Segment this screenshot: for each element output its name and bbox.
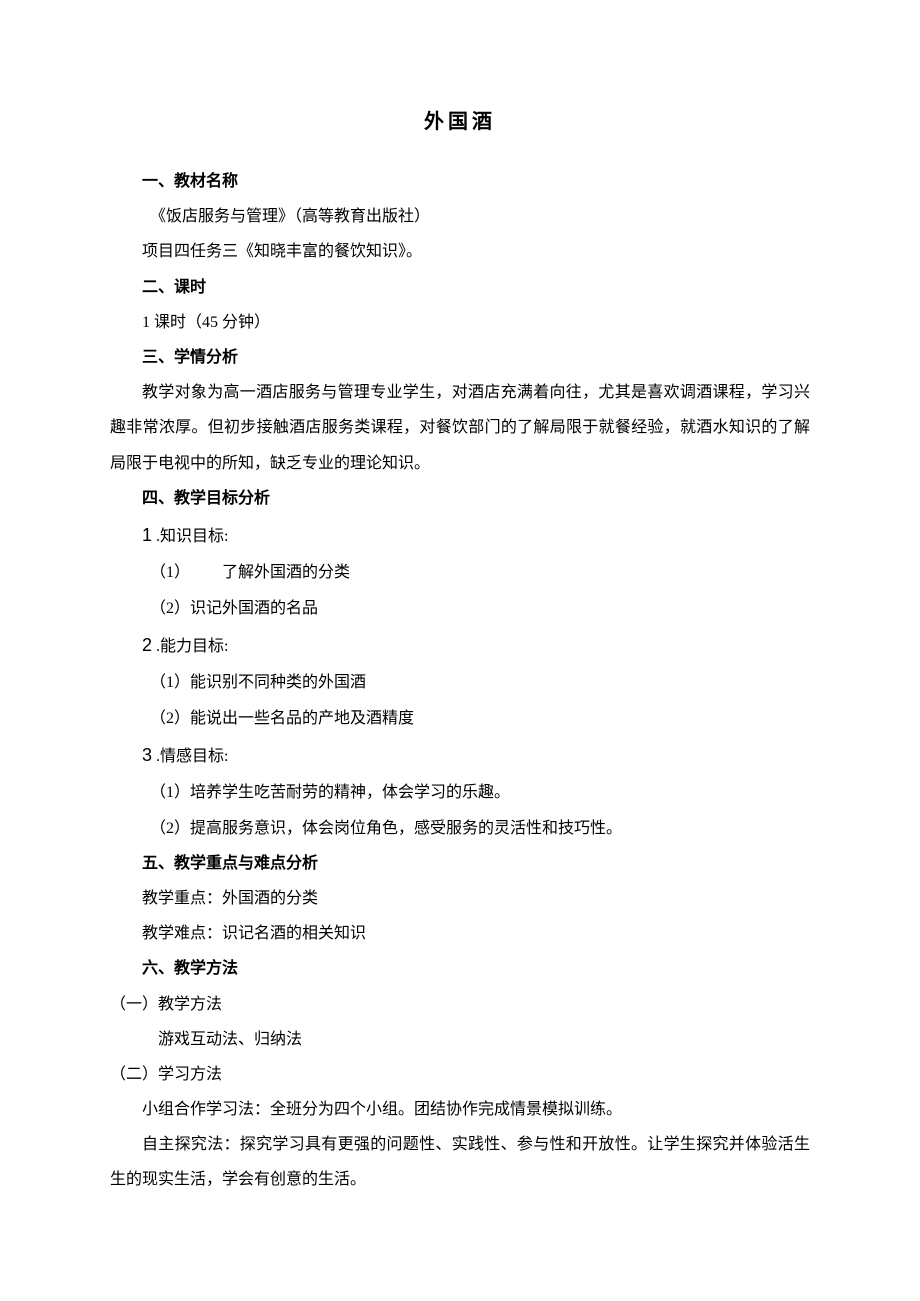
goal-emotion-label: 3 .情感目标:: [110, 736, 810, 776]
goal-knowledge-item-2: （2）识记外国酒的名品: [110, 591, 810, 626]
goal-knowledge-item-1: （1） 了解外国酒的分类: [110, 555, 810, 590]
goal-emotion-text: .情感目标:: [152, 748, 228, 765]
goal-ability-text: .能力目标:: [152, 638, 228, 655]
section-3-heading: 三、学情分析: [110, 340, 810, 375]
teaching-method-text: 游戏互动法、归纳法: [110, 1022, 810, 1057]
goal-emotion-num: 3: [142, 745, 152, 765]
section-4-heading: 四、教学目标分析: [110, 481, 810, 516]
page-title: 外国酒: [110, 100, 810, 144]
goal-ability-item-1: （1）能识别不同种类的外国酒: [110, 665, 810, 700]
goal-ability-label: 2 .能力目标:: [110, 626, 810, 666]
learning-method-text-2: 自主探究法：探究学习具有更强的问题性、实践性、参与性和开放性。让学生探究并体验活…: [110, 1127, 810, 1197]
textbook-task: 项目四任务三《知晓丰富的餐饮知识》。: [110, 234, 810, 269]
goal-knowledge-num: 1: [142, 525, 152, 545]
section-2-heading: 二、课时: [110, 270, 810, 305]
section-1-heading: 一、教材名称: [110, 164, 810, 199]
goal-knowledge-text: .知识目标:: [152, 528, 228, 545]
learning-method-text-1: 小组合作学习法：全班分为四个小组。团结协作完成情景模拟训练。: [110, 1092, 810, 1127]
class-hours: 1 课时（45 分钟）: [110, 305, 810, 340]
section-5-heading: 五、教学重点与难点分析: [110, 846, 810, 881]
goal-emotion-item-2: （2）提高服务意识，体会岗位角色，感受服务的灵活性和技巧性。: [110, 811, 810, 846]
section-6-heading: 六、教学方法: [110, 951, 810, 986]
goal-knowledge-label: 1 .知识目标:: [110, 516, 810, 556]
textbook-name: 《饭店服务与管理》（高等教育出版社）: [110, 199, 810, 234]
teaching-focus: 教学重点：外国酒的分类: [110, 881, 810, 916]
goal-ability-num: 2: [142, 635, 152, 655]
learning-method-label: （二）学习方法: [110, 1057, 810, 1092]
teaching-difficulty: 教学难点：识记名酒的相关知识: [110, 916, 810, 951]
goal-emotion-item-1: （1）培养学生吃苦耐劳的精神，体会学习的乐趣。: [110, 775, 810, 810]
goal-ability-item-2: （2）能说出一些名品的产地及酒精度: [110, 701, 810, 736]
student-analysis: 教学对象为高一酒店服务与管理专业学生，对酒店充满着向往，尤其是喜欢调酒课程，学习…: [110, 375, 810, 481]
teaching-method-label: （一）教学方法: [110, 987, 810, 1022]
